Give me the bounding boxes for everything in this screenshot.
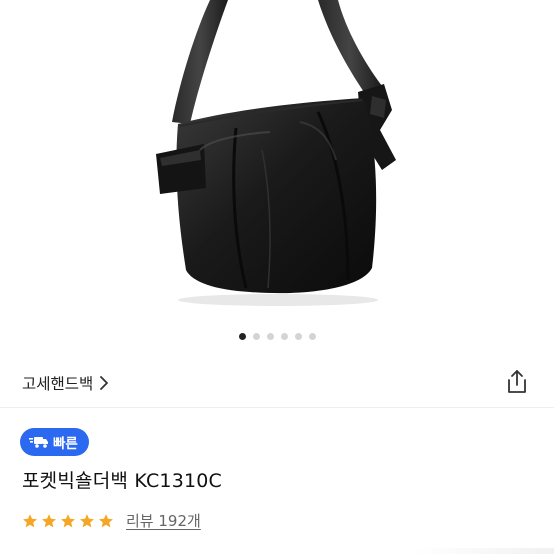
badge-label: 빠른 <box>53 436 78 452</box>
gallery-dot-3[interactable] <box>266 333 274 340</box>
fast-delivery-badge: 빠른 <box>20 428 89 456</box>
gallery-pagination <box>0 333 554 343</box>
star-icon <box>23 513 37 527</box>
brand-name: 고세핸드백 <box>22 375 94 393</box>
share-icon <box>508 370 526 393</box>
product-image <box>156 0 396 306</box>
bottom-edge-shadow <box>414 548 554 554</box>
gallery-dot-2[interactable] <box>252 333 260 340</box>
star-icon <box>42 513 56 527</box>
star-icon <box>99 513 113 527</box>
gallery-dot-5[interactable] <box>294 333 302 340</box>
share-button[interactable] <box>504 368 530 396</box>
product-title: 포켓빅숄더백 KC1310C <box>22 470 223 492</box>
review-count-link[interactable]: 리뷰 192개 <box>126 510 201 531</box>
gallery-dot-6[interactable] <box>308 333 316 340</box>
star-icon <box>80 513 94 527</box>
chevron-right-icon <box>99 376 109 390</box>
star-icon <box>61 513 75 527</box>
section-divider <box>0 407 554 408</box>
product-image-gallery[interactable] <box>0 0 554 324</box>
gallery-dot-4[interactable] <box>280 333 288 340</box>
brand-row: 고세핸드백 <box>0 366 554 402</box>
gallery-dot-1[interactable] <box>238 333 246 340</box>
rating-row[interactable]: 리뷰 192개 <box>22 510 201 531</box>
brand-link[interactable]: 고세핸드백 <box>22 372 109 394</box>
fast-truck-icon <box>29 437 48 448</box>
